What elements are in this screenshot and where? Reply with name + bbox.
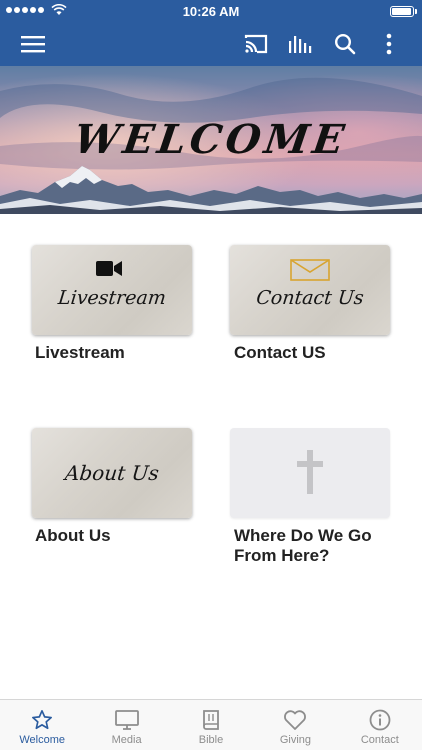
star-icon (32, 710, 53, 730)
tab-welcome-label: Welcome (19, 734, 66, 746)
contact-us-tile[interactable]: Contact Us (230, 245, 390, 335)
cast-icon[interactable] (242, 30, 270, 58)
more-vertical-icon[interactable] (375, 30, 403, 58)
contact-us-tile-text: Contact Us (255, 287, 365, 309)
battery-icon (390, 6, 417, 17)
where-do-we-go-tile[interactable] (230, 428, 390, 518)
tab-media-label: Media (111, 734, 142, 746)
livestream-tile-text: Livestream (56, 287, 168, 309)
tab-welcome[interactable]: Welcome (0, 700, 84, 750)
status-time: 10:26 AM (182, 4, 240, 19)
caption-line-1: Where Do We Go (234, 526, 372, 545)
search-icon[interactable] (331, 30, 359, 58)
cross-icon (297, 450, 323, 494)
book-icon (203, 710, 219, 730)
menu-icon[interactable] (19, 30, 47, 58)
tab-giving[interactable]: Giving (253, 700, 337, 750)
envelope-icon (290, 259, 330, 281)
tab-contact[interactable]: Contact (338, 700, 422, 750)
where-do-we-go-caption[interactable]: Where Do We Go From Here? (234, 526, 372, 566)
caption-line-2: From Here? (234, 546, 330, 565)
livestream-tile[interactable]: Livestream (32, 245, 192, 335)
about-us-tile[interactable]: About Us (32, 428, 192, 518)
tv-icon (114, 710, 139, 730)
tab-bible[interactable]: Bible (169, 700, 253, 750)
bottom-tab-bar: Welcome Media Bible Giving Contact (0, 699, 422, 750)
tab-media[interactable]: Media (84, 700, 168, 750)
audio-bars-icon[interactable] (286, 30, 314, 58)
contact-us-caption[interactable]: Contact US (234, 343, 326, 363)
tab-bible-label: Bible (198, 734, 224, 746)
welcome-title: WELCOME (71, 116, 351, 163)
tab-contact-label: Contact (360, 734, 399, 746)
tab-giving-label: Giving (279, 734, 312, 746)
welcome-banner: WELCOME (0, 66, 422, 214)
livestream-caption[interactable]: Livestream (35, 343, 125, 363)
video-camera-icon (96, 261, 122, 276)
heart-icon (284, 710, 307, 730)
info-icon (369, 709, 391, 731)
about-us-caption[interactable]: About Us (35, 526, 111, 546)
about-us-tile-text: About Us (63, 461, 161, 485)
status-bar: 10:26 AM (0, 0, 422, 22)
app-bar (0, 22, 422, 66)
